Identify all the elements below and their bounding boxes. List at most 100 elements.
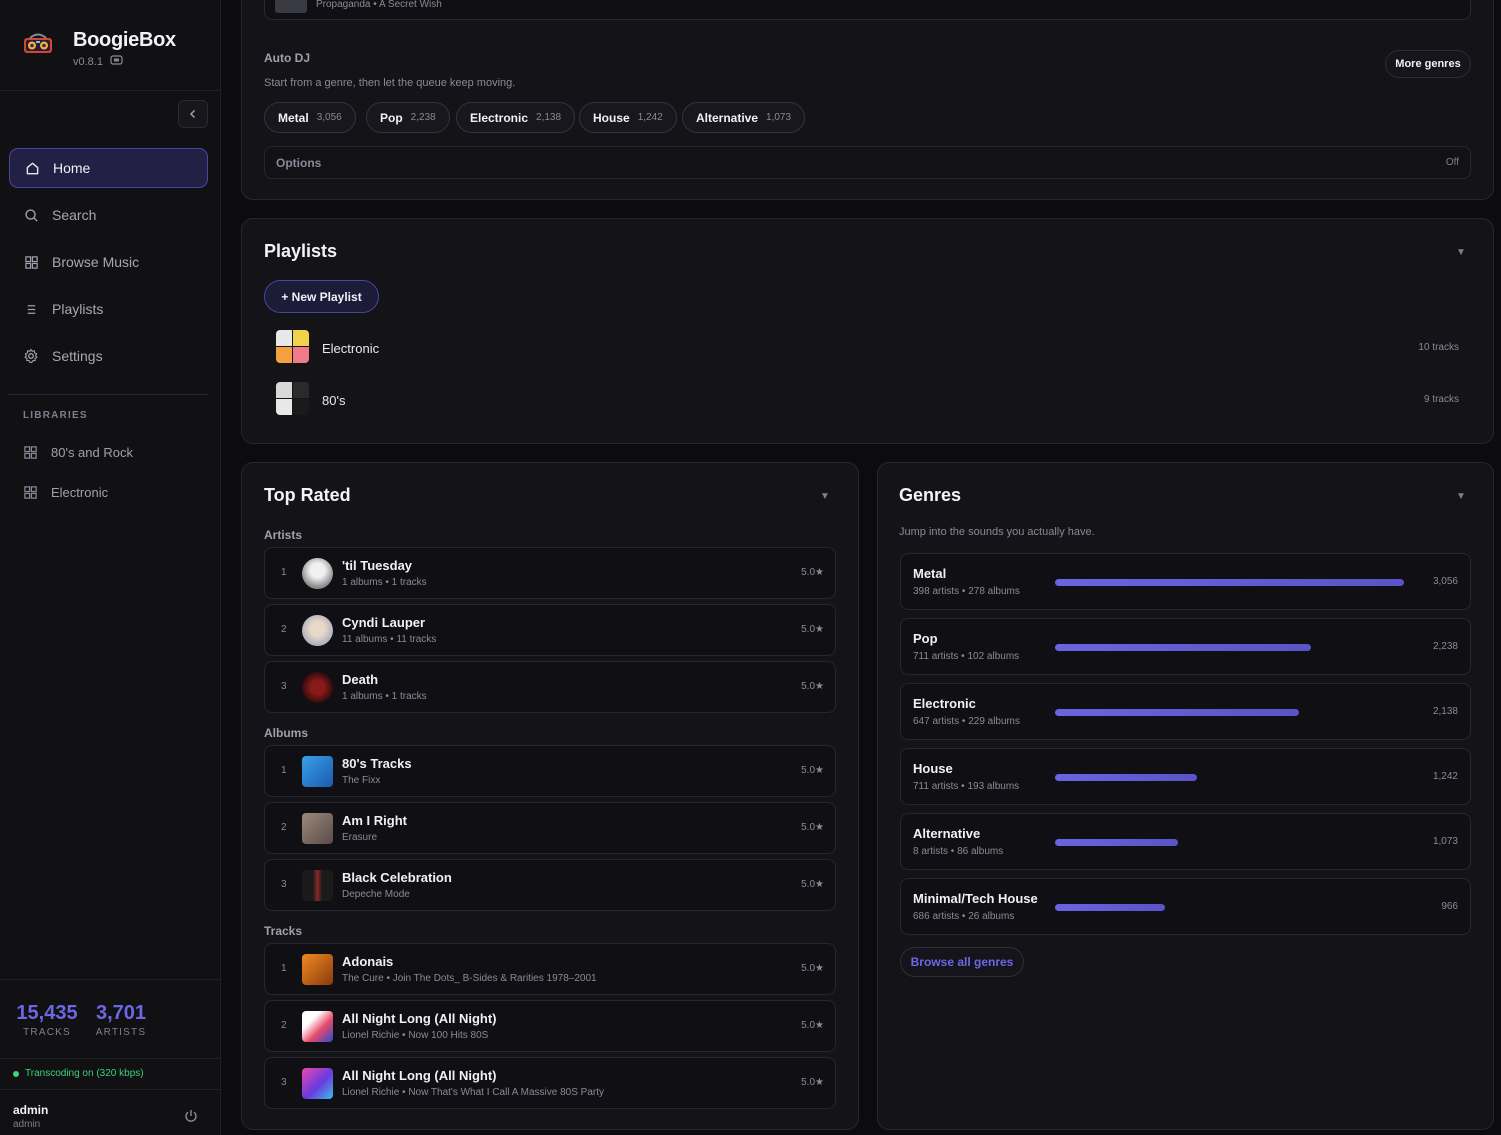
genre-meta: 711 artists • 193 albums	[913, 781, 1020, 792]
grid-icon	[23, 254, 39, 270]
boombox-logo-icon	[24, 33, 52, 53]
genre-name: Pop	[913, 631, 938, 646]
genre-chip-alternative[interactable]: Alternative 1,073	[682, 102, 806, 133]
album-cover	[302, 870, 333, 901]
album-name: 80's Tracks	[342, 756, 412, 771]
genre-row[interactable]: Metal 398 artists • 278 albums 3,056	[900, 553, 1471, 610]
genres-title: Genres	[899, 485, 962, 505]
genre-meta: 686 artists • 26 albums	[913, 911, 1015, 922]
album-name: Black Celebration	[342, 870, 452, 885]
grid-icon	[23, 485, 39, 500]
new-playlist-button[interactable]: + New Playlist	[264, 280, 379, 313]
rating: 5.0★	[801, 624, 824, 635]
nav-browse-music[interactable]: Browse Music	[9, 242, 208, 282]
top-artist-row[interactable]: 3 Death 1 albums • 1 tracks 5.0★	[264, 661, 836, 713]
top-artist-row[interactable]: 2 Cyndi Lauper 11 albums • 11 tracks 5.0…	[264, 604, 836, 656]
chip-count: 1,242	[637, 112, 663, 123]
top-rated-title: Top Rated	[264, 485, 351, 505]
genre-bar	[1055, 904, 1165, 911]
app-version: v0.8.1	[73, 56, 103, 68]
album-cover	[302, 813, 333, 844]
genre-bar	[1055, 839, 1178, 846]
album-artist: The Fixx	[342, 775, 381, 786]
track-cover	[302, 1011, 333, 1042]
playlist-track-count: 9 tracks	[1423, 394, 1459, 405]
genre-name: House	[913, 761, 953, 776]
top-track-row[interactable]: 2 All Night Long (All Night) Lionel Rich…	[264, 1000, 836, 1052]
library-label: Electronic	[51, 484, 109, 500]
nav-playlists-label: Playlists	[52, 301, 104, 317]
genre-count: 1,242	[1432, 771, 1458, 782]
rating: 5.0★	[801, 1077, 824, 1088]
genres-subtitle: Jump into the sounds you actually have.	[899, 526, 1095, 538]
user-name: admin	[13, 1103, 49, 1117]
auto-dj-options-toggle[interactable]: Options Off	[264, 146, 1471, 179]
nav-search[interactable]: Search	[9, 195, 208, 235]
genre-count: 2,138	[1432, 706, 1458, 717]
playlist-name: Electronic	[322, 341, 380, 356]
tracks-stat: 15,435 TRACKS	[14, 1002, 80, 1038]
track-cover	[302, 954, 333, 985]
top-artist-row[interactable]: 1 'til Tuesday 1 albums • 1 tracks 5.0★	[264, 547, 836, 599]
collapse-caret-icon[interactable]: ▼	[1456, 247, 1466, 258]
nav-browse-label: Browse Music	[52, 254, 140, 270]
rating: 5.0★	[801, 963, 824, 974]
artist-avatar	[302, 672, 333, 703]
rank: 2	[281, 1020, 287, 1031]
rating: 5.0★	[801, 879, 824, 890]
chip-count: 3,056	[316, 112, 342, 123]
genre-meta: 711 artists • 102 albums	[913, 651, 1020, 662]
collapse-sidebar-button[interactable]	[178, 100, 208, 128]
library-80s-and-rock[interactable]: 80's and Rock	[23, 442, 133, 462]
top-track-row[interactable]: 1 Adonais The Cure • Join The Dots_ B-Si…	[264, 943, 836, 995]
more-genres-button[interactable]: More genres	[1385, 50, 1471, 78]
rating: 5.0★	[801, 822, 824, 833]
artist-name: Death	[342, 672, 379, 687]
playlist-row[interactable]: 80's 9 tracks	[276, 382, 1459, 416]
genre-chip-house[interactable]: House 1,242	[579, 102, 677, 133]
genre-chip-electronic[interactable]: Electronic 2,138	[456, 102, 576, 133]
previous-track-text: Propaganda • A Secret Wish	[316, 0, 442, 10]
top-track-row[interactable]: 3 All Night Long (All Night) Lionel Rich…	[264, 1057, 836, 1109]
top-album-row[interactable]: 1 80's Tracks The Fixx 5.0★	[264, 745, 836, 797]
genre-row[interactable]: Minimal/Tech House 686 artists • 26 album…	[900, 878, 1471, 935]
track-meta: The Cure • Join The Dots_ B-Sides & Rari…	[342, 973, 597, 984]
previous-track-row[interactable]: Propaganda • A Secret Wish	[264, 0, 1471, 20]
collapse-caret-icon[interactable]: ▼	[1456, 491, 1466, 502]
playlist-row[interactable]: Electronic 10 tracks	[276, 330, 1459, 364]
transcoding-status: Transcoding on (320 kbps)	[13, 1068, 144, 1079]
power-icon[interactable]	[183, 1108, 199, 1124]
sidebar: BoogieBox v0.8.1 Home Search Browse Musi…	[0, 0, 221, 1135]
rank: 2	[281, 624, 287, 635]
artists-stat: 3,701 ARTISTS	[92, 1002, 150, 1038]
genre-chip-metal[interactable]: Metal 3,056	[264, 102, 356, 133]
artist-name: Cyndi Lauper	[342, 615, 426, 630]
track-meta: Lionel Richie • Now 100 Hits 80S	[342, 1030, 489, 1041]
genre-bar	[1055, 644, 1311, 651]
library-electronic[interactable]: Electronic	[23, 482, 108, 502]
genre-row[interactable]: Alternative 8 artists • 86 albums 1,073	[900, 813, 1471, 870]
genre-row[interactable]: Pop 711 artists • 102 albums 2,238	[900, 618, 1471, 675]
artist-name: 'til Tuesday	[342, 558, 413, 573]
nav-playlists[interactable]: Playlists	[9, 289, 208, 329]
top-album-row[interactable]: 3 Black Celebration Depeche Mode 5.0★	[264, 859, 836, 911]
collapse-caret-icon[interactable]: ▼	[820, 491, 830, 502]
artist-meta: 11 albums • 11 tracks	[342, 634, 437, 645]
app-name: BoogieBox	[73, 29, 176, 51]
genre-row[interactable]: House 711 artists • 193 albums 1,242	[900, 748, 1471, 805]
top-album-row[interactable]: 2 Am I Right Erasure 5.0★	[264, 802, 836, 854]
genre-meta: 647 artists • 229 albums	[913, 716, 1020, 727]
rank: 3	[281, 879, 287, 890]
nav-settings-label: Settings	[52, 348, 103, 364]
rank: 1	[281, 765, 287, 776]
albums-section-label: Albums	[264, 726, 309, 740]
chip-count: 2,138	[536, 112, 562, 123]
genre-row[interactable]: Electronic 647 artists • 229 albums 2,138	[900, 683, 1471, 740]
nav-settings[interactable]: Settings	[9, 336, 208, 376]
browse-all-genres-button[interactable]: Browse all genres	[900, 947, 1024, 977]
chip-count: 1,073	[766, 112, 792, 123]
genre-chip-pop[interactable]: Pop 2,238	[366, 102, 450, 133]
nav-home[interactable]: Home	[9, 148, 208, 188]
list-icon	[23, 301, 39, 317]
artist-meta: 1 albums • 1 tracks	[342, 577, 427, 588]
